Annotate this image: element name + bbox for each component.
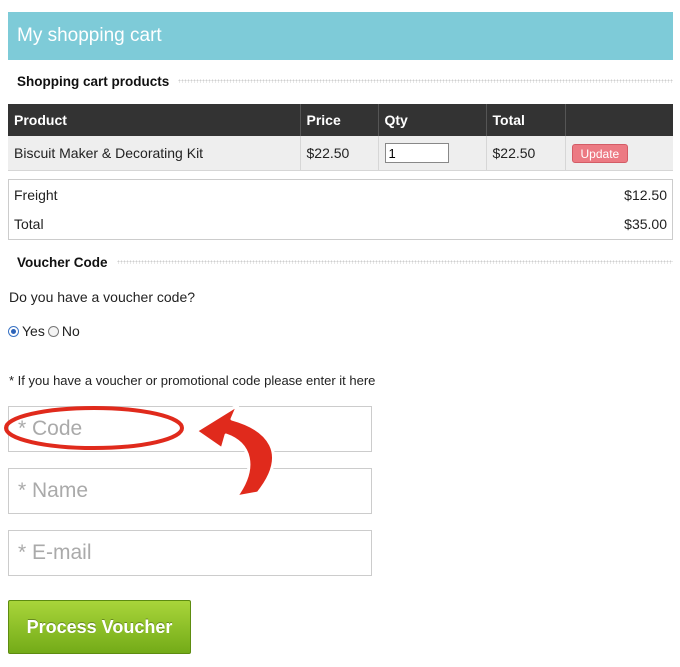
column-header-action: [565, 104, 673, 136]
cart-header: My shopping cart: [8, 12, 673, 60]
annotation-arrow: [194, 403, 275, 499]
order-totals: Freight $12.50 Total $35.00: [8, 179, 673, 240]
annotation-circle: [4, 406, 184, 450]
radio-no[interactable]: [47, 325, 59, 337]
annotation-highlight: [4, 403, 275, 499]
voucher-question: Do you have a voucher code?: [9, 289, 196, 305]
radio-yes[interactable]: [8, 325, 19, 337]
dotted-divider: [178, 79, 673, 83]
process-voucher-button[interactable]: Process Voucher: [8, 600, 191, 654]
column-header-product: Product: [8, 104, 301, 136]
voucher-section-title: Voucher Code: [17, 254, 108, 270]
action-cell: Update: [565, 136, 673, 171]
email-field[interactable]: [8, 530, 372, 576]
freight-value: $12.50: [624, 186, 667, 203]
update-button[interactable]: Update: [571, 143, 629, 163]
table-header-row: Product Price Qty Total: [8, 104, 673, 136]
column-header-qty: Qty: [378, 104, 487, 136]
freight-row: Freight $12.50: [9, 180, 672, 209]
column-header-price: Price: [300, 104, 379, 136]
line-total: $22.50: [486, 136, 566, 171]
quantity-input[interactable]: [384, 143, 449, 163]
total-row: Total $35.00: [9, 209, 672, 238]
table-row: Biscuit Maker & Decorating Kit $22.50 $2…: [8, 136, 673, 171]
qty-cell: [378, 136, 487, 171]
product-price: $22.50: [300, 136, 379, 171]
voucher-note: * If you have a voucher or promotional c…: [9, 373, 376, 388]
cart-section-heading: Shopping cart products: [17, 71, 673, 91]
voucher-radio-group: Yes No: [8, 323, 83, 339]
column-header-total: Total: [486, 104, 566, 136]
freight-label: Freight: [14, 186, 58, 203]
total-label: Total: [14, 215, 44, 232]
dotted-divider: [116, 260, 673, 264]
cart-section-title: Shopping cart products: [17, 73, 170, 89]
voucher-section-heading: Voucher Code: [17, 252, 673, 272]
radio-no-label: No: [61, 323, 80, 339]
product-name: Biscuit Maker & Decorating Kit: [8, 136, 301, 171]
page-title: My shopping cart: [17, 25, 162, 46]
total-value: $35.00: [624, 215, 667, 232]
radio-yes-label: Yes: [22, 323, 45, 339]
cart-table: Product Price Qty Total Biscuit Maker & …: [8, 104, 673, 171]
